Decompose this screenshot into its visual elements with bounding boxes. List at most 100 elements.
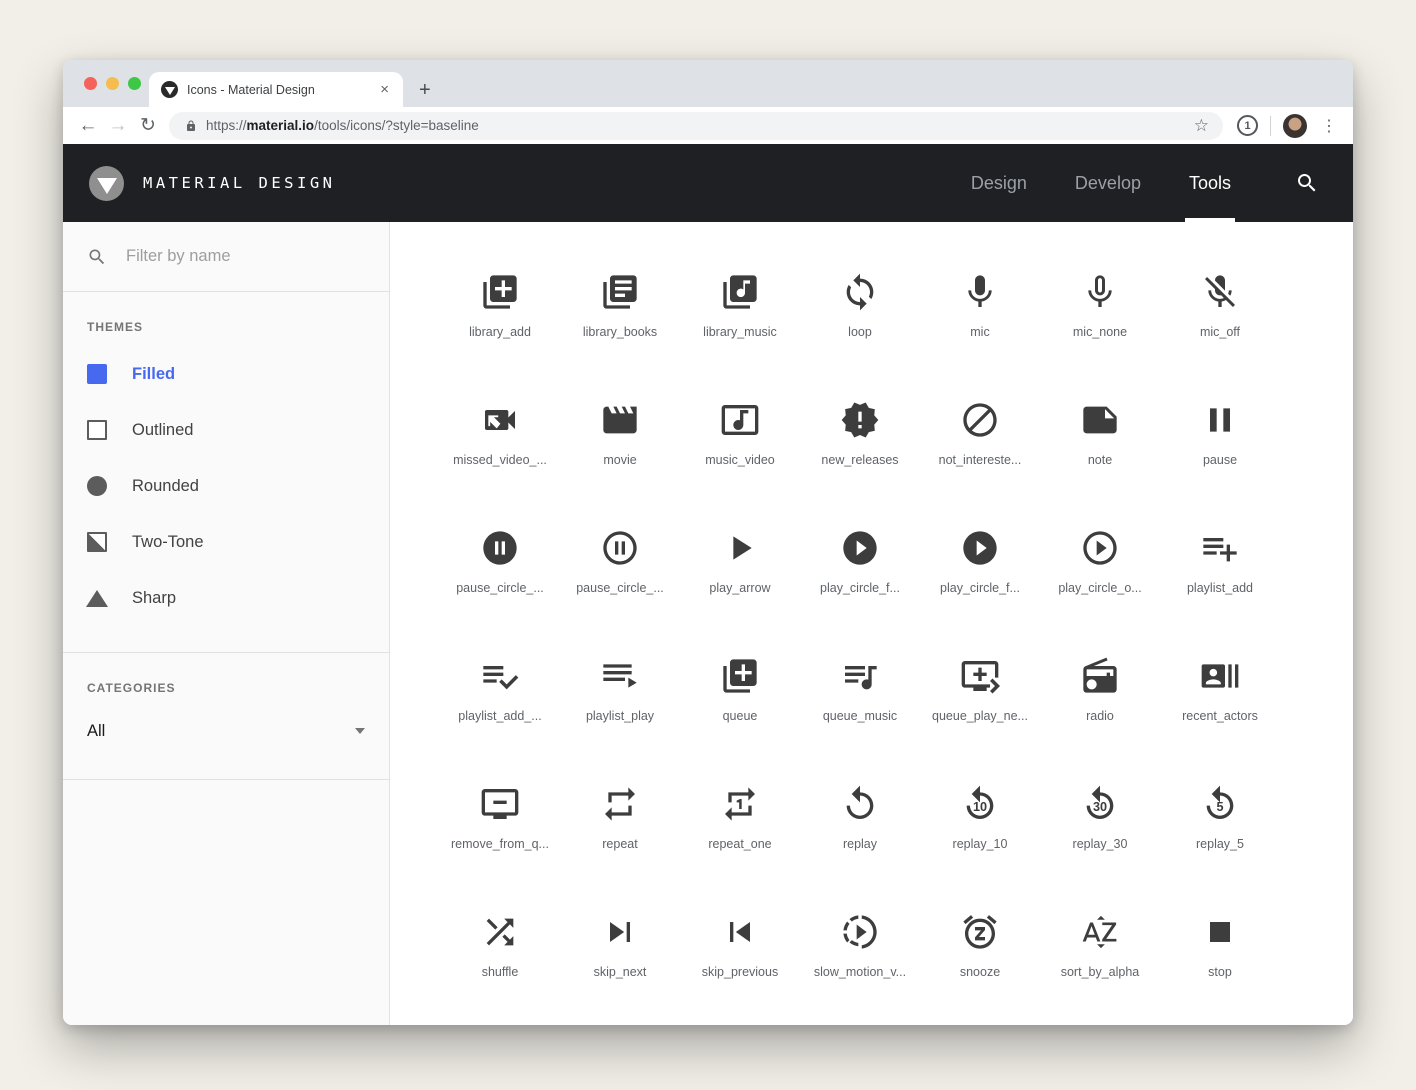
- icon-cell-replay_5[interactable]: 5replay_5: [1160, 768, 1280, 896]
- category-selected-value: All: [87, 722, 105, 741]
- icon-cell-repeat_one[interactable]: repeat_one: [680, 768, 800, 896]
- icon-label: skip_next: [594, 965, 647, 979]
- skip_next-icon: [600, 912, 640, 952]
- icon-cell-movie[interactable]: movie: [560, 384, 680, 512]
- icon-label: play_arrow: [709, 581, 770, 595]
- icon-cell-loop[interactable]: loop: [800, 256, 920, 384]
- site-header: MATERIAL DESIGN Design Develop Tools: [63, 144, 1353, 222]
- zoom-window-button[interactable]: [128, 77, 141, 90]
- theme-label: Filled: [132, 365, 175, 384]
- radio-icon: [1080, 656, 1120, 696]
- browser-menu-icon[interactable]: ⋮: [1315, 116, 1343, 136]
- icon-cell-replay_30[interactable]: 30replay_30: [1040, 768, 1160, 896]
- icon-label: missed_video_...: [453, 453, 547, 467]
- header-search-button[interactable]: [1255, 171, 1327, 195]
- nav-item-tools[interactable]: Tools: [1165, 144, 1255, 222]
- toolbar-divider: [1270, 116, 1271, 136]
- music_video-icon: [720, 400, 760, 440]
- icon-label: queue_music: [823, 709, 897, 723]
- category-dropdown[interactable]: All: [87, 709, 365, 753]
- minimize-window-button[interactable]: [106, 77, 119, 90]
- theme-option-filled[interactable]: Filled: [87, 346, 365, 402]
- icon-cell-queue_music[interactable]: queue_music: [800, 640, 920, 768]
- icon-label: mic_none: [1073, 325, 1127, 339]
- close-window-button[interactable]: [84, 77, 97, 90]
- url-text: https://material.io/tools/icons/?style=b…: [206, 118, 1188, 133]
- icon-cell-replay_10[interactable]: 10replay_10: [920, 768, 1040, 896]
- icon-cell-mic_off[interactable]: mic_off: [1160, 256, 1280, 384]
- icon-cell-not_interested[interactable]: not_intereste...: [920, 384, 1040, 512]
- bookmark-star-icon[interactable]: ☆: [1188, 116, 1215, 136]
- icon-cell-note[interactable]: note: [1040, 384, 1160, 512]
- extension-icon[interactable]: 1: [1237, 115, 1258, 136]
- movie-icon: [600, 400, 640, 440]
- icon-cell-play_arrow[interactable]: play_arrow: [680, 512, 800, 640]
- profile-avatar[interactable]: [1283, 114, 1307, 138]
- icon-cell-snooze[interactable]: snooze: [920, 896, 1040, 1024]
- icon-label: playlist_add: [1187, 581, 1253, 595]
- material-design-favicon-icon: [161, 81, 178, 98]
- categories-heading: CATEGORIES: [87, 681, 365, 695]
- categories-section: CATEGORIES All: [63, 653, 389, 780]
- icon-cell-shuffle[interactable]: shuffle: [440, 896, 560, 1024]
- icon-cell-play_circle_outline[interactable]: play_circle_o...: [1040, 512, 1160, 640]
- icon-cell-repeat[interactable]: repeat: [560, 768, 680, 896]
- icon-cell-skip_previous[interactable]: skip_previous: [680, 896, 800, 1024]
- icon-cell-pause[interactable]: pause: [1160, 384, 1280, 512]
- icon-cell-new_releases[interactable]: new_releases: [800, 384, 920, 512]
- pause-icon: [1200, 400, 1240, 440]
- icon-cell-sort_by_alpha[interactable]: sort_by_alpha: [1040, 896, 1160, 1024]
- icon-cell-queue_play_next[interactable]: queue_play_ne...: [920, 640, 1040, 768]
- icon-cell-queue[interactable]: queue: [680, 640, 800, 768]
- play_circle_filled_white-icon: [960, 528, 1000, 568]
- close-tab-icon[interactable]: ×: [378, 80, 391, 99]
- icon-cell-playlist_add[interactable]: playlist_add: [1160, 512, 1280, 640]
- icon-cell-playlist_play[interactable]: playlist_play: [560, 640, 680, 768]
- address-bar[interactable]: https://material.io/tools/icons/?style=b…: [169, 112, 1223, 140]
- icon-cell-pause_circle_filled[interactable]: pause_circle_...: [440, 512, 560, 640]
- icon-cell-pause_circle_outline[interactable]: pause_circle_...: [560, 512, 680, 640]
- nav-item-design[interactable]: Design: [947, 144, 1051, 222]
- play_arrow-icon: [720, 528, 760, 568]
- tab-strip: Icons - Material Design × +: [63, 60, 1353, 107]
- reload-button[interactable]: ↻: [133, 111, 163, 141]
- icon-cell-library_add[interactable]: library_add: [440, 256, 560, 384]
- themes-heading: THEMES: [87, 320, 365, 334]
- icon-cell-radio[interactable]: radio: [1040, 640, 1160, 768]
- new_releases-icon: [840, 400, 880, 440]
- filter-by-name-input[interactable]: [124, 246, 365, 267]
- material-design-logo-icon[interactable]: [89, 166, 124, 201]
- new-tab-button[interactable]: +: [419, 80, 431, 100]
- icon-cell-replay[interactable]: replay: [800, 768, 920, 896]
- filter-sidebar: THEMES Filled Outlined Rounded Two-Tone: [63, 222, 390, 1025]
- icon-cell-play_circle_filled_white[interactable]: play_circle_f...: [920, 512, 1040, 640]
- icon-cell-library_music[interactable]: library_music: [680, 256, 800, 384]
- icon-cell-mic_none[interactable]: mic_none: [1040, 256, 1160, 384]
- icon-label: play_circle_f...: [940, 581, 1020, 595]
- browser-tab[interactable]: Icons - Material Design ×: [149, 72, 403, 107]
- theme-option-two-tone[interactable]: Two-Tone: [87, 514, 365, 570]
- icon-cell-recent_actors[interactable]: recent_actors: [1160, 640, 1280, 768]
- icon-cell-stop[interactable]: stop: [1160, 896, 1280, 1024]
- forward-button[interactable]: →: [103, 111, 133, 141]
- library_music-icon: [720, 272, 760, 312]
- icon-cell-remove_from_queue[interactable]: remove_from_q...: [440, 768, 560, 896]
- icon-cell-mic[interactable]: mic: [920, 256, 1040, 384]
- icon-cell-play_circle_filled[interactable]: play_circle_f...: [800, 512, 920, 640]
- icon-cell-slow_motion_video[interactable]: slow_motion_v...: [800, 896, 920, 1024]
- icon-cell-music_video[interactable]: music_video: [680, 384, 800, 512]
- icon-cell-playlist_add_check[interactable]: playlist_add_...: [440, 640, 560, 768]
- theme-option-rounded[interactable]: Rounded: [87, 458, 365, 514]
- filter-search-row: [63, 222, 389, 292]
- page-content: THEMES Filled Outlined Rounded Two-Tone: [63, 222, 1353, 1025]
- icon-cell-skip_next[interactable]: skip_next: [560, 896, 680, 1024]
- theme-option-sharp[interactable]: Sharp: [87, 570, 365, 626]
- nav-item-develop[interactable]: Develop: [1051, 144, 1165, 222]
- theme-option-outlined[interactable]: Outlined: [87, 402, 365, 458]
- icon-cell-missed_video_call[interactable]: missed_video_...: [440, 384, 560, 512]
- icon-cell-library_books[interactable]: library_books: [560, 256, 680, 384]
- icon-label: replay: [843, 837, 877, 851]
- svg-text:10: 10: [973, 800, 987, 814]
- back-button[interactable]: ←: [73, 111, 103, 141]
- icon-label: replay_5: [1196, 837, 1244, 851]
